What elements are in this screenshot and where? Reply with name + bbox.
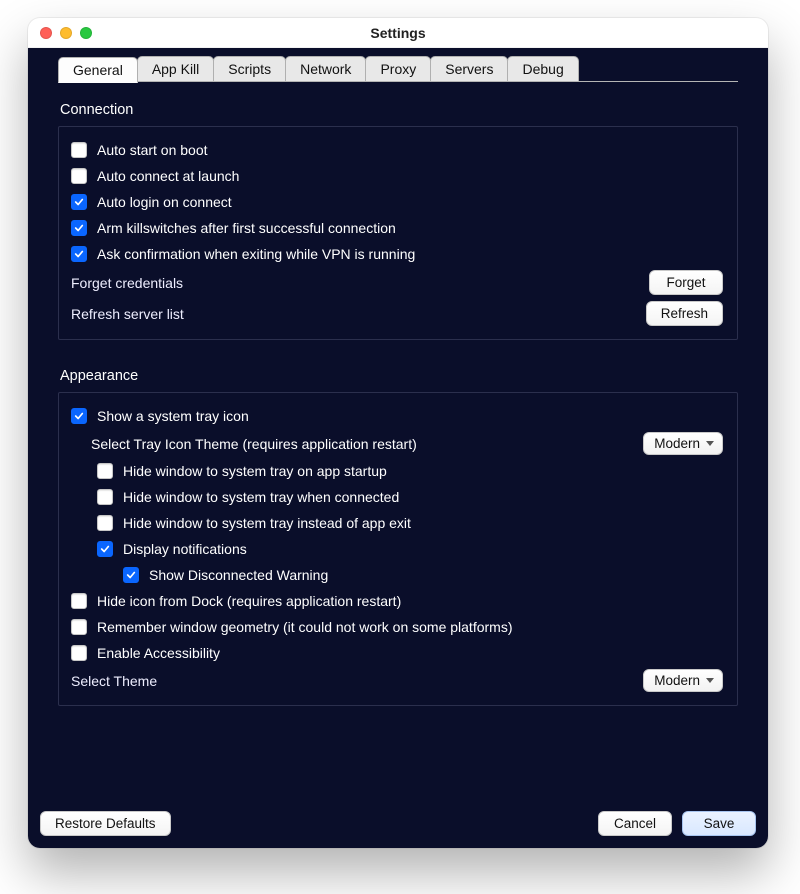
row-ask-confirm-exit: Ask confirmation when exiting while VPN … [65, 241, 723, 267]
check-icon [74, 411, 84, 421]
select-tray-theme[interactable]: Modern [643, 432, 723, 455]
label-forget-credentials: Forget credentials [71, 275, 649, 291]
tab-network[interactable]: Network [285, 56, 366, 81]
checkbox-auto-start[interactable] [71, 142, 87, 158]
row-disc-warning: Show Disconnected Warning [65, 562, 723, 588]
checkbox-auto-connect[interactable] [71, 168, 87, 184]
checkbox-ask-confirm-exit[interactable] [71, 246, 87, 262]
row-hide-on-startup: Hide window to system tray on app startu… [65, 458, 723, 484]
zoom-icon[interactable] [80, 27, 92, 39]
checkbox-auto-login[interactable] [71, 194, 87, 210]
tab-app-kill[interactable]: App Kill [137, 56, 214, 81]
checkbox-disc-warning[interactable] [123, 567, 139, 583]
chevron-down-icon [706, 678, 714, 683]
checkbox-arm-killswitches[interactable] [71, 220, 87, 236]
tab-debug[interactable]: Debug [507, 56, 578, 81]
close-icon[interactable] [40, 27, 52, 39]
row-refresh-servers: Refresh server list Refresh [65, 298, 723, 329]
group-connection-title: Connection [60, 102, 738, 118]
select-tray-theme-value: Modern [654, 436, 700, 451]
row-hide-on-connect: Hide window to system tray when connecte… [65, 484, 723, 510]
label-arm-killswitches: Arm killswitches after first successful … [97, 220, 723, 236]
check-icon [126, 570, 136, 580]
label-hide-on-exit: Hide window to system tray instead of ap… [123, 515, 723, 531]
label-hide-on-connect: Hide window to system tray when connecte… [123, 489, 723, 505]
checkbox-remember-geometry[interactable] [71, 619, 87, 635]
tab-proxy[interactable]: Proxy [365, 56, 431, 81]
window-controls [40, 27, 92, 39]
minimize-icon[interactable] [60, 27, 72, 39]
checkbox-hide-on-startup[interactable] [97, 463, 113, 479]
label-select-theme: Select Theme [71, 673, 643, 689]
label-remember-geometry: Remember window geometry (it could not w… [97, 619, 723, 635]
row-select-theme: Select Theme Modern [65, 666, 723, 695]
check-icon [74, 197, 84, 207]
checkbox-hide-dock[interactable] [71, 593, 87, 609]
row-hide-dock: Hide icon from Dock (requires applicatio… [65, 588, 723, 614]
row-notifications: Display notifications [65, 536, 723, 562]
label-ask-confirm-exit: Ask confirmation when exiting while VPN … [97, 246, 723, 262]
settings-body: General App Kill Scripts Network Proxy S… [28, 48, 768, 848]
checkbox-notifications[interactable] [97, 541, 113, 557]
footer: Restore Defaults Cancel Save [40, 801, 756, 836]
row-hide-on-exit: Hide window to system tray instead of ap… [65, 510, 723, 536]
row-remember-geometry: Remember window geometry (it could not w… [65, 614, 723, 640]
label-auto-connect: Auto connect at launch [97, 168, 723, 184]
tabs: General App Kill Scripts Network Proxy S… [58, 56, 738, 82]
row-arm-killswitches: Arm killswitches after first successful … [65, 215, 723, 241]
refresh-button[interactable]: Refresh [646, 301, 723, 326]
row-auto-connect: Auto connect at launch [65, 163, 723, 189]
checkbox-tray-icon[interactable] [71, 408, 87, 424]
check-icon [74, 249, 84, 259]
restore-defaults-button[interactable]: Restore Defaults [40, 811, 171, 836]
settings-window: Settings General App Kill Scripts Networ… [28, 18, 768, 848]
group-appearance-box: Show a system tray icon Select Tray Icon… [58, 392, 738, 706]
check-icon [74, 223, 84, 233]
label-disc-warning: Show Disconnected Warning [149, 567, 723, 583]
checkbox-accessibility[interactable] [71, 645, 87, 661]
tabs-container: General App Kill Scripts Network Proxy S… [28, 48, 768, 82]
label-hide-dock: Hide icon from Dock (requires applicatio… [97, 593, 723, 609]
row-auto-login: Auto login on connect [65, 189, 723, 215]
chevron-down-icon [706, 441, 714, 446]
check-icon [100, 544, 110, 554]
row-accessibility: Enable Accessibility [65, 640, 723, 666]
cancel-button[interactable]: Cancel [598, 811, 672, 836]
label-auto-start: Auto start on boot [97, 142, 723, 158]
group-appearance-title: Appearance [60, 368, 738, 384]
tab-servers[interactable]: Servers [430, 56, 508, 81]
label-tray-icon: Show a system tray icon [97, 408, 723, 424]
group-connection-box: Auto start on boot Auto connect at launc… [58, 126, 738, 340]
label-refresh-servers: Refresh server list [71, 306, 646, 322]
row-auto-start: Auto start on boot [65, 137, 723, 163]
label-auto-login: Auto login on connect [97, 194, 723, 210]
label-tray-theme: Select Tray Icon Theme (requires applica… [91, 436, 643, 452]
label-accessibility: Enable Accessibility [97, 645, 723, 661]
select-theme[interactable]: Modern [643, 669, 723, 692]
group-connection: Connection Auto start on boot Auto conne… [58, 92, 738, 340]
label-hide-on-startup: Hide window to system tray on app startu… [123, 463, 723, 479]
checkbox-hide-on-connect[interactable] [97, 489, 113, 505]
row-tray-icon: Show a system tray icon [65, 403, 723, 429]
select-theme-value: Modern [654, 673, 700, 688]
window-title: Settings [28, 25, 768, 41]
row-tray-theme: Select Tray Icon Theme (requires applica… [65, 429, 723, 458]
tab-scripts[interactable]: Scripts [213, 56, 286, 81]
save-button[interactable]: Save [682, 811, 756, 836]
tab-general[interactable]: General [58, 57, 138, 83]
label-notifications: Display notifications [123, 541, 723, 557]
group-appearance: Appearance Show a system tray icon Selec… [58, 358, 738, 706]
checkbox-hide-on-exit[interactable] [97, 515, 113, 531]
titlebar: Settings [28, 18, 768, 48]
forget-button[interactable]: Forget [649, 270, 723, 295]
row-forget-credentials: Forget credentials Forget [65, 267, 723, 298]
